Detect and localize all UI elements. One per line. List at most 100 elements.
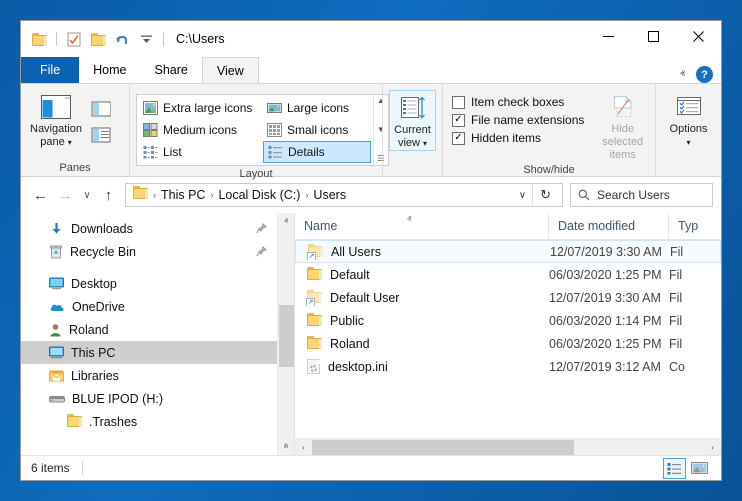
options-button[interactable]: Options ▾ (662, 90, 715, 149)
sidebar-item-onedrive[interactable]: OneDrive (21, 295, 277, 318)
layout-large-icons[interactable]: Large icons (263, 97, 371, 119)
breadcrumb-separator: › (305, 190, 309, 200)
table-row[interactable]: ↗ Default User 12/07/2019 3:30 AM Fil (295, 286, 721, 309)
details-view-button[interactable] (663, 457, 686, 479)
layout-gallery: Extra large icons Large icons Medium ico… (136, 94, 389, 166)
table-row[interactable]: Default 06/03/2020 1:25 PM Fil (295, 263, 721, 286)
pin-icon[interactable] (256, 223, 267, 234)
breadcrumb-local-disk[interactable]: Local Disk (C:) (215, 188, 303, 202)
column-header-name[interactable]: Name ⱏ (295, 213, 549, 239)
checkbox-checked-icon[interactable]: ✓ (452, 113, 465, 127)
checkbox-icon[interactable] (452, 95, 465, 109)
collapse-ribbon-icon[interactable]: ⱏ (675, 69, 690, 80)
main-content: Downloads Recycle Bin Desktop OneDrive R… (21, 213, 721, 455)
hide-selected-items-icon (609, 94, 637, 120)
scroll-track[interactable] (312, 439, 704, 456)
current-view-button[interactable]: Current view ▾ (389, 90, 436, 151)
breadcrumb[interactable]: › This PC › Local Disk (C:) › Users ∨ ↻ (125, 183, 563, 207)
recent-locations-button[interactable]: ∨ (79, 184, 95, 207)
refresh-icon[interactable]: ↻ (533, 187, 558, 203)
file-list[interactable]: ↗ All Users 12/07/2019 3:30 AM Fil Defau… (295, 240, 721, 438)
preview-pane-button[interactable] (88, 98, 114, 120)
pin-icon[interactable] (256, 246, 267, 257)
scroll-track[interactable] (278, 230, 295, 438)
customize-qat-icon[interactable] (135, 28, 157, 50)
scroll-up-icon[interactable]: ⱏ (278, 213, 295, 230)
navigation-pane-scrollbar[interactable]: ⱏ ⱞ (277, 213, 294, 455)
folder-icon (307, 335, 322, 352)
sidebar-item-blue-ipod[interactable]: BLUE IPOD (H:) (21, 387, 277, 410)
maximize-button[interactable] (631, 21, 676, 52)
table-row[interactable]: Public 06/03/2020 1:14 PM Fil (295, 309, 721, 332)
sidebar-item-libraries[interactable]: Libraries (21, 364, 277, 387)
options-icon (674, 94, 704, 120)
ribbon-group-label-panes: Panes (59, 162, 91, 174)
tab-view[interactable]: View (201, 57, 259, 83)
scroll-down-icon[interactable]: ⱞ (278, 438, 295, 455)
breadcrumb-users[interactable]: Users (310, 188, 349, 202)
tab-file[interactable]: File (21, 57, 80, 83)
hide-selected-items-button: Hide selected items (596, 90, 649, 162)
table-row[interactable]: Roland 06/03/2020 1:25 PM Fil (295, 332, 721, 355)
search-input[interactable]: Search Users (570, 183, 713, 207)
table-row[interactable]: ↗ All Users 12/07/2019 3:30 AM Fil (295, 240, 721, 263)
layout-medium-icons[interactable]: Medium icons (139, 119, 263, 141)
folder-shortcut-icon: ↗ (307, 243, 323, 260)
sidebar-item-downloads[interactable]: Downloads (21, 217, 277, 240)
sidebar-item-recycle-bin[interactable]: Recycle Bin (21, 240, 277, 263)
scroll-right-icon[interactable]: › (704, 439, 721, 456)
downloads-icon (49, 222, 64, 236)
breadcrumb-folder-icon (133, 186, 148, 204)
column-header-date-modified[interactable]: Date modified (549, 213, 669, 239)
layout-details[interactable]: Details (263, 141, 371, 163)
checkbox-label: Item check boxes (471, 95, 565, 109)
ribbon-group-label-layout: Layout (239, 168, 273, 180)
sidebar-item-roland[interactable]: Roland (21, 318, 277, 341)
help-icon[interactable]: ? (696, 66, 713, 83)
user-icon (49, 323, 62, 337)
window-title: C:\Users (176, 32, 225, 46)
table-row[interactable]: desktop.ini 12/07/2019 3:12 AM Co (295, 355, 721, 378)
checkbox-hidden-items[interactable]: ✓ Hidden items (452, 131, 584, 145)
scroll-thumb[interactable] (278, 305, 294, 367)
folder-icon[interactable] (28, 28, 50, 50)
checkbox-checked-icon[interactable]: ✓ (452, 131, 465, 145)
column-header-type[interactable]: Typ (669, 213, 721, 239)
properties-icon[interactable] (63, 28, 85, 50)
scroll-left-icon[interactable]: ‹ (295, 439, 312, 456)
scroll-thumb[interactable] (312, 439, 574, 455)
up-button[interactable]: ↑ (97, 184, 120, 207)
column-header-label: Name (304, 219, 338, 233)
breadcrumb-this-pc[interactable]: This PC (158, 188, 208, 202)
details-pane-button[interactable] (88, 124, 114, 146)
sidebar-item-desktop[interactable]: Desktop (21, 272, 277, 295)
navigation-pane-button[interactable]: Navigation pane ▾ (27, 90, 85, 149)
new-folder-icon[interactable] (87, 28, 109, 50)
file-name-cell: Default (295, 266, 549, 283)
file-name: Default User (330, 290, 400, 305)
column-headers: Name ⱏ Date modified Typ (295, 213, 721, 240)
close-button[interactable] (676, 21, 721, 52)
tab-home[interactable]: Home (79, 57, 140, 83)
checkbox-item-check-boxes[interactable]: Item check boxes (452, 95, 584, 109)
sidebar-item-label: This PC (71, 345, 116, 360)
ribbon: Navigation pane ▾ Panes Extra large icon… (21, 83, 721, 180)
large-icons-view-button[interactable] (688, 458, 711, 479)
undo-icon[interactable] (111, 28, 133, 50)
file-list-horizontal-scrollbar[interactable]: ‹ › (295, 438, 721, 455)
minimize-button[interactable] (586, 21, 631, 52)
address-dropdown-icon[interactable]: ∨ (513, 190, 532, 201)
sidebar-item-this-pc[interactable]: This PC (21, 341, 277, 364)
hide-selected-items-label-line2: items (609, 149, 636, 161)
layout-list[interactable]: List (139, 141, 263, 163)
layout-item-label: Details (288, 145, 325, 159)
options-dropdown-icon[interactable]: ▾ (686, 136, 690, 149)
tab-share[interactable]: Share (141, 57, 202, 83)
sidebar-item-trashes[interactable]: .Trashes (21, 410, 277, 433)
back-button[interactable]: ← (29, 184, 52, 207)
checkbox-file-name-extensions[interactable]: ✓ File name extensions (452, 113, 584, 127)
column-header-label: Date modified (558, 219, 636, 233)
shortcut-overlay-icon: ↗ (307, 251, 316, 260)
layout-small-icons[interactable]: Small icons (263, 119, 371, 141)
layout-extra-large-icons[interactable]: Extra large icons (139, 97, 263, 119)
